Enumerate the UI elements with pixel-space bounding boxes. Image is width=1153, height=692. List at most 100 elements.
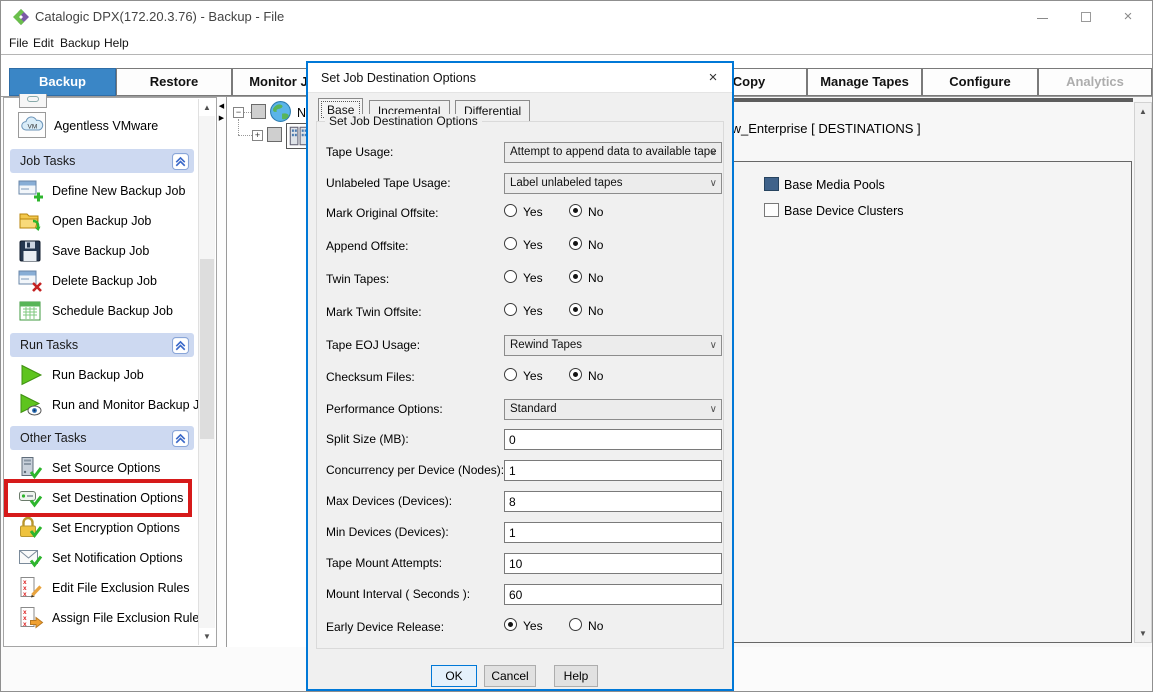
yes-radio[interactable] [504,618,517,631]
field-max-devices: Max Devices (Devices): [318,491,722,513]
field-mark-original-offsite: Mark Original Offsite: Yes No [318,203,722,225]
no-radio[interactable] [569,237,582,250]
yes-radio[interactable] [504,204,517,217]
tape-mount-attempts-input[interactable] [504,553,722,574]
field-split-size: Split Size (MB): [318,429,722,451]
tree-root-checkbox[interactable] [251,104,266,119]
run-monitor-backup-job-icon [18,393,44,422]
sidebar-item-run-and-monitor-backup-job[interactable]: Run and Monitor Backup Job [8,390,198,420]
window-title: Catalogic DPX(172.20.3.76) - Backup - Fi… [35,1,284,33]
device-cluster-icon [764,203,779,217]
section-other-tasks[interactable]: Other Tasks [10,426,194,450]
dialog-close-icon[interactable]: × [703,63,723,93]
close-button[interactable]: × [1106,1,1150,33]
no-radio[interactable] [569,618,582,631]
set-notification-options-icon [18,546,44,575]
sidebar-item-edit-file-exclusion-rules[interactable]: x x x Edit File Exclusion Rules [8,573,198,603]
help-button[interactable]: Help [554,665,598,687]
yes-radio[interactable] [504,270,517,283]
tab-backup[interactable]: Backup [9,68,116,96]
sidebar-item-delete-backup-job[interactable]: Delete Backup Job [8,266,198,296]
scrollbar-thumb[interactable] [200,259,214,439]
save-backup-job-icon [18,239,44,268]
ok-button[interactable]: OK [431,665,477,687]
tape-eoj-usage-select[interactable]: Rewind Tapes∨ [504,335,722,356]
svg-text:x: x [23,621,27,628]
section-run-tasks[interactable]: Run Tasks [10,333,194,357]
sidebar-item-schedule-backup-job[interactable]: Schedule Backup Job [8,296,198,326]
tab-restore[interactable]: Restore [116,68,232,96]
field-mark-twin-offsite: Mark Twin Offsite: Yes No [318,302,722,324]
annotation-highlight-box [4,479,192,517]
collapse-section-icon[interactable] [172,153,189,175]
field-unlabeled-tape-usage: Unlabeled Tape Usage: Label unlabeled ta… [318,173,722,195]
no-radio[interactable] [569,204,582,217]
performance-options-select[interactable]: Standard∨ [504,399,722,420]
min-devices-input[interactable] [504,522,722,543]
sidebar-item-set-encryption-options[interactable]: Set Encryption Options [8,513,198,543]
no-radio[interactable] [569,270,582,283]
collapse-section-icon[interactable] [172,337,189,359]
sidebar-item-set-notification-options[interactable]: Set Notification Options [8,543,198,573]
app-window: Catalogic DPX(172.20.3.76) - Backup - Fi… [0,0,1153,692]
splitter-collapse-left-icon[interactable]: ◀ [217,102,226,110]
tab-configure[interactable]: Configure [922,68,1038,96]
title-bar: Catalogic DPX(172.20.3.76) - Backup - Fi… [1,1,1152,33]
tab-analytics[interactable]: Analytics [1038,68,1152,96]
no-radio[interactable] [569,368,582,381]
sidebar-item-assign-file-exclusion-rule[interactable]: x x x Assign File Exclusion Rule [8,603,198,633]
agentless-vmware-icon: VM [18,112,46,138]
section-job-tasks[interactable]: Job Tasks [10,149,194,173]
sidebar-item-open-backup-job[interactable]: Open Backup Job [8,206,198,236]
menu-bar: File Edit Backup Help [1,33,1152,55]
group-box-title: Set Job Destination Options [325,114,482,128]
chevron-down-icon: ∨ [710,174,717,193]
destinations-list: Base Media Pools Base Device Clusters [681,161,1132,643]
maximize-button[interactable] [1064,1,1108,33]
yes-radio[interactable] [504,237,517,250]
mount-interval-input[interactable] [504,584,722,605]
dialog-button-row: OK Cancel Help [308,665,732,689]
unlabeled-tape-usage-select[interactable]: Label unlabeled tapes∨ [504,173,722,194]
list-item-base-device-clusters[interactable]: Base Device Clusters [682,203,1131,221]
scroll-up-icon[interactable]: ▲ [1135,103,1151,120]
collapse-section-icon[interactable] [172,430,189,452]
field-performance-options: Performance Options: Standard∨ [318,399,722,421]
tree-child-checkbox[interactable] [267,127,282,142]
concurrency-per-device-input[interactable] [504,460,722,481]
schedule-backup-job-icon [18,299,44,328]
field-min-devices: Min Devices (Devices): [318,522,722,544]
scroll-down-icon[interactable]: ▼ [199,628,215,645]
dialog-title-bar: Set Job Destination Options × [308,63,732,93]
yes-radio[interactable] [504,303,517,316]
destinations-scrollbar[interactable]: ▲ ▼ [1134,102,1152,643]
tab-manage-tapes[interactable]: Manage Tapes [807,68,922,96]
field-checksum-files: Checksum Files: Yes No [318,367,722,389]
no-radio[interactable] [569,303,582,316]
tape-usage-select[interactable]: Attempt to append data to available tape… [504,142,722,163]
max-devices-input[interactable] [504,491,722,512]
minimize-button[interactable] [1020,1,1064,33]
svg-text:VM: VM [28,124,38,131]
scroll-down-icon[interactable]: ▼ [1135,625,1151,642]
edit-file-exclusion-rules-icon: x x x [18,576,44,605]
cancel-button[interactable]: Cancel [484,665,536,687]
sidebar-item-run-backup-job[interactable]: Run Backup Job [8,360,198,390]
chevron-down-icon: ∨ [710,400,717,419]
menu-backup[interactable]: Backup [56,33,104,54]
scroll-up-icon[interactable]: ▲ [199,99,215,116]
sidebar-item-agentless-vmware[interactable]: VM Agentless VMware [8,110,198,142]
menu-edit[interactable]: Edit [29,33,58,54]
yes-radio[interactable] [504,368,517,381]
pane-splitter[interactable]: ◀ ▶ [217,97,226,647]
list-item-base-media-pools[interactable]: Base Media Pools [682,177,1131,195]
sidebar-item-define-new-backup-job[interactable]: Define New Backup Job [8,176,198,206]
splitter-collapse-right-icon[interactable]: ▶ [217,114,226,122]
sidebar-item-save-backup-job[interactable]: Save Backup Job [8,236,198,266]
sidebar-scrollbar[interactable]: ▲ ▼ [198,99,215,645]
tree-collapse-icon[interactable]: − [233,107,244,118]
delete-backup-job-icon [18,269,44,298]
tree-expand-icon[interactable]: + [252,130,263,141]
menu-help[interactable]: Help [100,33,133,54]
split-size-input[interactable] [504,429,722,450]
